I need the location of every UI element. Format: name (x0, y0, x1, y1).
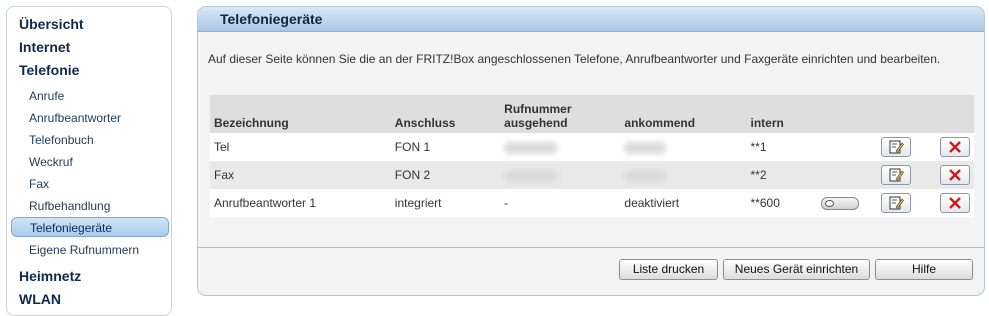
print-list-button[interactable]: Liste drucken (619, 259, 718, 280)
panel-header: Telefoniegeräte (198, 7, 984, 32)
column-header-incoming: ankommend (620, 95, 747, 133)
delete-button[interactable] (940, 165, 970, 185)
redacted-number (624, 141, 667, 154)
sidebar-item-telefoniegeraete[interactable]: Telefoniegeräte (11, 217, 169, 237)
cell-outgoing-redacted (500, 161, 621, 189)
delete-icon (949, 141, 961, 153)
cell-edit (876, 133, 936, 161)
table-row: Anrufbeantworter 1 integriert - deaktivi… (210, 189, 974, 217)
sidebar-item-wlan[interactable]: WLAN (19, 291, 61, 307)
delete-button[interactable] (940, 193, 970, 213)
sidebar-nav: Übersicht Internet Telefonie Anrufe Anru… (6, 6, 172, 316)
column-header-name: Bezeichnung (210, 95, 391, 133)
edit-button[interactable] (880, 193, 911, 213)
redacted-number (504, 169, 559, 182)
page-title: Telefoniegeräte (220, 11, 323, 27)
sidebar-item-anrufe[interactable]: Anrufe (29, 89, 64, 103)
cell-outgoing: - (500, 189, 621, 217)
edit-icon (889, 140, 904, 154)
cell-name: Anrufbeantworter 1 (210, 189, 391, 217)
delete-button[interactable] (940, 137, 970, 157)
cell-toggle-empty (817, 161, 877, 189)
cell-delete (936, 189, 974, 217)
sidebar-item-internet[interactable]: Internet (19, 39, 70, 55)
column-header-outgoing-line1: Rufnummer (504, 102, 572, 116)
sidebar-item-heimnetz[interactable]: Heimnetz (19, 268, 81, 284)
sidebar-item-weckruf[interactable]: Weckruf (29, 155, 73, 169)
cell-internal: **600 (746, 189, 818, 217)
cell-incoming-redacted (620, 133, 747, 161)
redacted-number (624, 169, 667, 182)
sidebar-item-uebersicht[interactable]: Übersicht (19, 16, 84, 32)
cell-outgoing-redacted (500, 133, 621, 161)
edit-icon (889, 168, 904, 182)
column-header-outgoing: Rufnummer ausgehend (500, 95, 621, 133)
sidebar-item-telefonbuch[interactable]: Telefonbuch (29, 133, 94, 147)
table-header-row: Bezeichnung Anschluss Rufnummer ausgehen… (210, 95, 974, 133)
toggle-knob (825, 200, 835, 208)
delete-icon (949, 169, 961, 181)
cell-delete (936, 161, 974, 189)
cell-edit (876, 161, 936, 189)
table-row: Fax FON 2 **2 (210, 161, 974, 189)
cell-incoming-redacted (620, 161, 747, 189)
delete-icon (949, 197, 961, 209)
cell-toggle (817, 189, 877, 217)
cell-name: Fax (210, 161, 391, 189)
sidebar-item-anrufbeantworter[interactable]: Anrufbeantworter (29, 111, 121, 125)
sidebar-item-eigene-rufnummern[interactable]: Eigene Rufnummern (29, 243, 139, 257)
cell-toggle-empty (817, 133, 877, 161)
edit-button[interactable] (880, 137, 911, 157)
cell-edit (876, 189, 936, 217)
sidebar-item-rufbehandlung[interactable]: Rufbehandlung (29, 199, 110, 213)
redacted-number (504, 141, 559, 154)
devices-table: Bezeichnung Anschluss Rufnummer ausgehen… (210, 95, 974, 217)
footer-divider (198, 247, 984, 248)
intro-text: Auf dieser Seite können Sie die an der F… (208, 52, 941, 66)
column-header-outgoing-line2: ausgehend (504, 116, 568, 130)
column-header-delete (936, 95, 974, 133)
answering-machine-toggle[interactable] (821, 197, 860, 211)
table-row: Tel FON 1 **1 (210, 133, 974, 161)
column-header-edit (876, 95, 936, 133)
column-header-toggle (817, 95, 877, 133)
cell-internal: **1 (746, 133, 818, 161)
cell-incoming: deaktiviert (620, 189, 747, 217)
help-button[interactable]: Hilfe (875, 259, 973, 280)
cell-port: FON 2 (390, 161, 501, 189)
cell-port: integriert (390, 189, 501, 217)
column-header-internal: intern (746, 95, 818, 133)
column-header-port: Anschluss (390, 95, 501, 133)
edit-icon (889, 196, 904, 210)
edit-button[interactable] (880, 165, 911, 185)
sidebar-item-telefonie[interactable]: Telefonie (19, 62, 79, 78)
content-panel: Telefoniegeräte Auf dieser Seite können … (197, 6, 985, 296)
cell-name: Tel (210, 133, 391, 161)
cell-delete (936, 133, 974, 161)
cell-internal: **2 (746, 161, 818, 189)
cell-port: FON 1 (390, 133, 501, 161)
new-device-button[interactable]: Neues Gerät einrichten (723, 259, 870, 280)
sidebar-item-fax[interactable]: Fax (29, 177, 49, 191)
